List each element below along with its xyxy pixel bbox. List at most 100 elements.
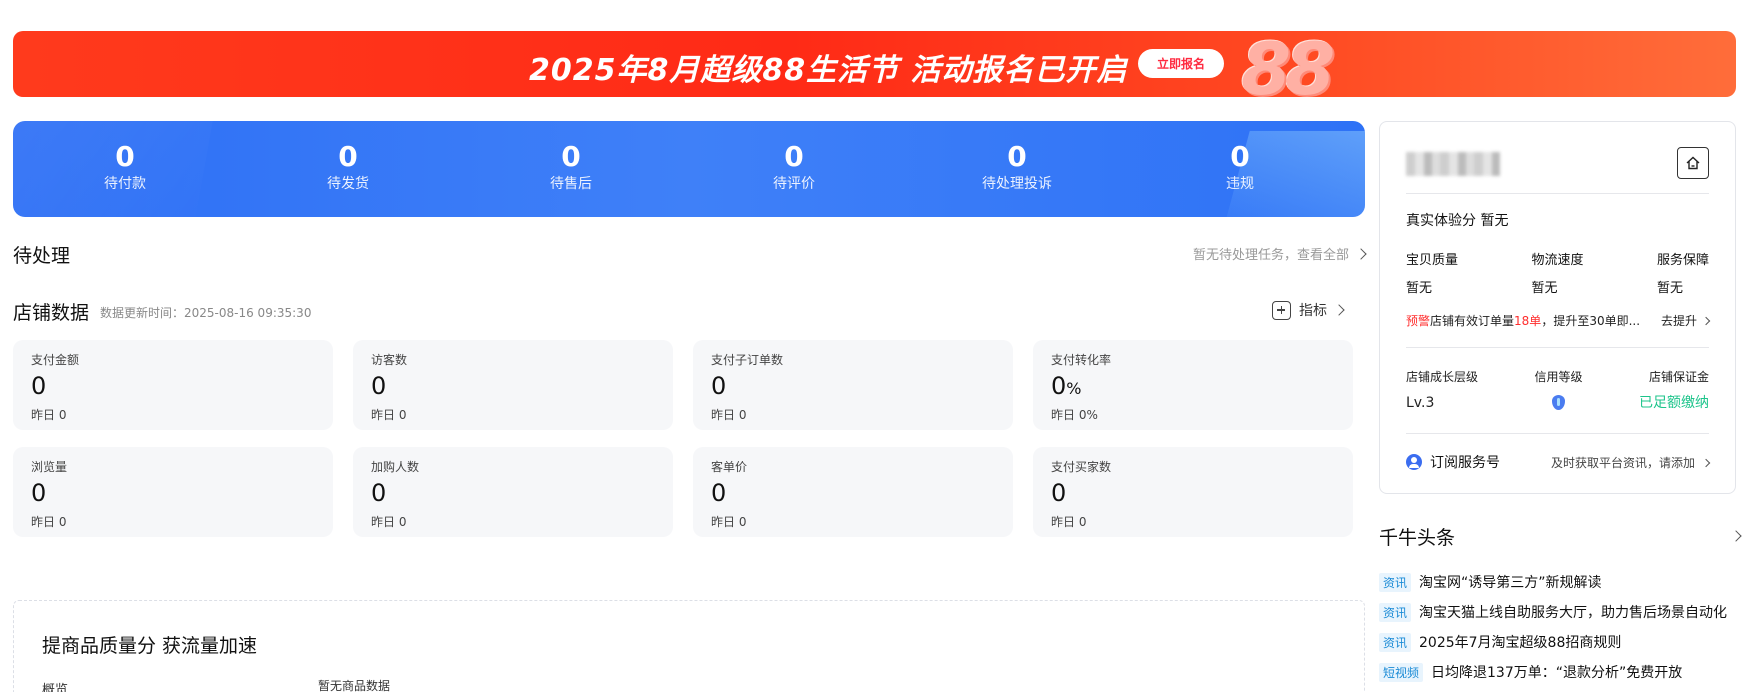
- news-tag: 资讯: [1379, 602, 1412, 622]
- dimension-quality[interactable]: 宝贝质量 暂无: [1406, 247, 1458, 303]
- chevron-right-icon: [1701, 316, 1711, 326]
- home-icon: [1686, 156, 1700, 170]
- shop-name-redacted: [1406, 152, 1500, 176]
- shop-deposit[interactable]: 店铺保证金 已足额缴纳: [1639, 367, 1709, 416]
- metric-value: 0%: [1051, 372, 1082, 400]
- status-count: 0: [784, 140, 804, 173]
- status-count: 0: [561, 140, 581, 173]
- chevron-right-icon: [1333, 304, 1345, 316]
- metric-value: 0: [31, 479, 47, 507]
- metric-yesterday: 昨日 0: [1051, 515, 1087, 529]
- news-item[interactable]: 短视频 日均降退137万单：“退款分析”免费开放: [1379, 657, 1759, 687]
- dimension-logistics[interactable]: 物流速度 暂无: [1531, 247, 1583, 303]
- status-pending-payment[interactable]: 0 待付款: [65, 141, 185, 195]
- promo-banner[interactable]: 2025年8月超级88生活节 活动报名已开启 立即报名 88: [13, 31, 1736, 97]
- metric-card-payment-amount[interactable]: 支付金额 0 昨日 0: [13, 340, 333, 430]
- metric-label: 访客数: [371, 353, 408, 367]
- growth-level-value: Lv.3: [1406, 395, 1435, 411]
- update-time: 数据更新时间：2025-08-16 09:35:30: [100, 306, 312, 320]
- status-pending-shipment[interactable]: 0 待发货: [288, 141, 408, 195]
- status-label: 待发货: [327, 176, 369, 192]
- shop-home-button[interactable]: [1677, 147, 1709, 179]
- metric-yesterday: 昨日 0: [371, 408, 407, 422]
- metric-card-visitors[interactable]: 访客数 0 昨日 0: [353, 340, 673, 430]
- dimension-service[interactable]: 服务保障 暂无: [1657, 247, 1709, 303]
- metric-value: 0: [711, 479, 727, 507]
- metric-card-avg-order-value[interactable]: 客单价 0 昨日 0: [693, 447, 1013, 537]
- metric-card-sub-orders[interactable]: 支付子订单数 0 昨日 0: [693, 340, 1013, 430]
- credit-level-label: 信用等级: [1534, 370, 1583, 384]
- status-after-sales[interactable]: 0 待售后: [511, 141, 631, 195]
- divider: [1406, 433, 1709, 434]
- status-label: 待处理投诉: [982, 176, 1052, 192]
- metric-label: 支付转化率: [1051, 353, 1112, 367]
- banner-88-logo: 88: [1241, 31, 1335, 97]
- status-pending-review[interactable]: 0 待评价: [734, 141, 854, 195]
- metric-label: 支付买家数: [1051, 460, 1112, 474]
- order-status-bar: 0 待付款 0 待发货 0 待售后 0 待评价 0 待处理投诉 0 违规: [13, 121, 1365, 217]
- growth-level[interactable]: 店铺成长层级 Lv.3: [1406, 367, 1478, 416]
- news-text: 日均降退137万单：“退款分析”免费开放: [1431, 665, 1683, 681]
- deposit-value: 已足额缴纳: [1639, 395, 1709, 411]
- metric-card-page-views[interactable]: 浏览量 0 昨日 0: [13, 447, 333, 537]
- chevron-right-icon: [1355, 248, 1367, 260]
- dimension-label: 物流速度: [1531, 253, 1584, 268]
- status-label: 待售后: [550, 176, 592, 192]
- metric-label: 支付子订单数: [711, 353, 784, 367]
- shop-info-panel: 真实体验分 暂无 宝贝质量 暂无 物流速度 暂无 服务保障 暂无 预警店铺有效订…: [1379, 121, 1736, 494]
- subscribe-label: 订阅服务号: [1430, 455, 1500, 471]
- metric-label: 加购人数: [371, 460, 420, 474]
- metric-label: 客单价: [711, 460, 748, 474]
- metric-card-conversion-rate[interactable]: 支付转化率 0% 昨日 0%: [1033, 340, 1353, 430]
- news-text: 淘宝网“诱导第三方”新规解读: [1419, 575, 1602, 591]
- news-tag: 资讯: [1379, 632, 1412, 652]
- quality-title: 提商品质量分 获流量加速: [42, 635, 258, 657]
- news-item[interactable]: 资讯 淘宝天猫上线自助服务大厅，助力售后场景自动化: [1379, 597, 1759, 627]
- plus-square-icon: [1272, 300, 1291, 320]
- news-title: 千牛头条: [1379, 527, 1456, 549]
- view-all-todo-link[interactable]: 暂无待处理任务，查看全部: [1193, 244, 1367, 263]
- status-count: 0: [338, 140, 358, 173]
- order-warning: 预警店铺有效订单量18单，提升至30单即... 去提升: [1406, 312, 1711, 329]
- news-tag: 资讯: [1379, 572, 1412, 592]
- experience-dimensions: 宝贝质量 暂无 物流速度 暂无 服务保障 暂无: [1406, 247, 1709, 303]
- news-more-chevron-icon[interactable]: [1730, 530, 1742, 542]
- news-item[interactable]: 资讯 2025年7月淘宝超级88招商规则: [1379, 627, 1759, 657]
- status-complaints[interactable]: 0 待处理投诉: [957, 141, 1077, 195]
- metric-card-add-to-cart[interactable]: 加购人数 0 昨日 0: [353, 447, 673, 537]
- subscribe-service-account[interactable]: 订阅服务号 及时获取平台资讯，请添加: [1406, 452, 1711, 472]
- metric-yesterday: 昨日 0: [31, 408, 67, 422]
- growth-level-label: 店铺成长层级: [1406, 370, 1479, 384]
- status-label: 违规: [1226, 176, 1254, 192]
- status-count: 0: [1230, 140, 1250, 173]
- metric-card-paying-buyers[interactable]: 支付买家数 0 昨日 0: [1033, 447, 1353, 537]
- shop-levels: 店铺成长层级 Lv.3 信用等级 店铺保证金 已足额缴纳: [1406, 367, 1709, 416]
- credit-level[interactable]: 信用等级: [1535, 367, 1583, 416]
- metric-yesterday: 昨日 0%: [1051, 408, 1098, 422]
- news-text: 2025年7月淘宝超级88招商规则: [1419, 635, 1622, 651]
- indicator-label: 指标: [1299, 303, 1327, 319]
- deposit-label: 店铺保证金: [1648, 370, 1709, 384]
- warning-text: 预警店铺有效订单量18单，提升至30单即...: [1406, 314, 1641, 328]
- status-violations[interactable]: 0 违规: [1180, 141, 1300, 195]
- news-text: 淘宝天猫上线自助服务大厅，助力售后场景自动化: [1419, 605, 1728, 621]
- shop-data-title: 店铺数据: [13, 302, 90, 324]
- experience-score: 真实体验分 暂无: [1406, 213, 1509, 229]
- indicator-settings-button[interactable]: 指标: [1272, 300, 1345, 320]
- todo-title: 待处理: [13, 245, 71, 267]
- metric-yesterday: 昨日 0: [371, 515, 407, 529]
- metric-value: 0: [711, 372, 727, 400]
- dimension-value: 暂无: [1656, 281, 1683, 296]
- divider: [1406, 193, 1709, 194]
- product-quality-section: 提商品质量分 获流量加速 概览 暂无商品数据: [13, 600, 1365, 692]
- quality-empty-text: 暂无商品数据: [318, 679, 391, 692]
- subscribe-hint: 及时获取平台资讯，请添加: [1550, 455, 1695, 470]
- dimension-value: 暂无: [1531, 281, 1558, 296]
- banner-signup-button[interactable]: 立即报名: [1138, 49, 1224, 78]
- improve-link[interactable]: 去提升: [1661, 312, 1711, 329]
- metric-label: 支付金额: [31, 353, 80, 367]
- news-item[interactable]: 资讯 淘宝网“诱导第三方”新规解读: [1379, 567, 1759, 597]
- dimension-label: 服务保障: [1656, 253, 1709, 268]
- banner-title: 2025年8月超级88生活节 活动报名已开启: [529, 53, 1128, 88]
- metric-yesterday: 昨日 0: [711, 515, 747, 529]
